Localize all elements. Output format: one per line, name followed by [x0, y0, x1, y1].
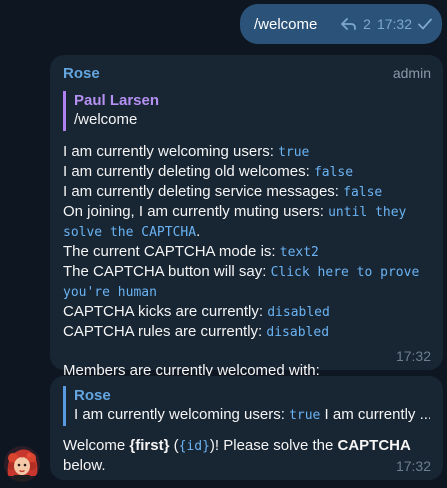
- welcome-line-1: Welcome {first} ({id})! Please solve the…: [63, 436, 431, 456]
- setting-label: I am currently welcoming users:: [63, 143, 279, 160]
- reply-text-part: I am currently ...: [320, 406, 430, 423]
- setting-label: The CAPTCHA button will say:: [63, 263, 271, 280]
- outgoing-message[interactable]: /welcome 2 17:32: [240, 4, 442, 44]
- setting-value: disabled: [267, 305, 330, 320]
- setting-line-muting-cont: solve the CAPTCHA.: [63, 222, 431, 242]
- reply-text: /welcome: [74, 111, 138, 128]
- setting-label: I am currently deleting service messages…: [63, 183, 344, 200]
- placeholder-id: {id}: [178, 439, 210, 454]
- outgoing-time: 17:32: [376, 16, 412, 32]
- captcha-text: CAPTCHA: [337, 437, 411, 454]
- setting-label: On joining, I am currently muting users:: [63, 203, 329, 220]
- setting-value: solve the CAPTCHA: [63, 225, 197, 240]
- incoming-message-welcome[interactable]: Rose I am currently welcoming users: tru…: [50, 376, 443, 480]
- reply-count[interactable]: 2: [363, 16, 371, 32]
- sender-role-badge: admin: [392, 65, 431, 81]
- message-time: 17:32: [395, 348, 431, 364]
- setting-value: disabled: [266, 325, 330, 340]
- incoming-message-settings[interactable]: Rose admin Paul Larsen /welcome I am cur…: [50, 55, 443, 379]
- setting-label: CAPTCHA rules are currently:: [63, 323, 267, 340]
- setting-label: The current CAPTCHA mode is:: [63, 243, 280, 260]
- setting-line-captcha-mode: The current CAPTCHA mode is: text2: [63, 242, 431, 262]
- setting-value: until they: [328, 205, 407, 220]
- setting-value: false: [343, 185, 383, 200]
- setting-label: CAPTCHA kicks are currently:: [63, 303, 268, 320]
- setting-label: I am currently deleting old welcomes:: [63, 163, 314, 180]
- setting-value: false: [313, 165, 354, 180]
- setting-line-muting: On joining, I am currently muting users:…: [63, 202, 431, 222]
- placeholder-first: {first}: [129, 437, 170, 454]
- setting-line-captcha-rules: CAPTCHA rules are currently: disabled: [63, 322, 431, 342]
- reply-quote[interactable]: Rose I am currently welcoming users: tru…: [63, 386, 430, 426]
- setting-line-welcoming: I am currently welcoming users: true: [63, 142, 431, 162]
- reply-text-part: I am currently welcoming users:: [74, 406, 290, 423]
- text-part: )! Please solve the: [209, 437, 338, 454]
- sender-name[interactable]: Rose: [63, 65, 100, 82]
- setting-line-captcha-kicks: CAPTCHA kicks are currently: disabled: [63, 302, 431, 322]
- message-time: 17:32: [395, 458, 431, 474]
- reply-sender-name: Rose: [74, 387, 111, 404]
- setting-line-captcha-button: The CAPTCHA button will say: Click here …: [63, 262, 431, 282]
- welcome-line-2: below.: [63, 457, 106, 474]
- sender-row: Rose admin: [63, 63, 431, 83]
- reply-arrow-icon[interactable]: [341, 17, 357, 31]
- setting-line-delete-welcomes: I am currently deleting old welcomes: fa…: [63, 162, 431, 182]
- message-body: Welcome {first} ({id})! Please solve the…: [63, 436, 431, 475]
- rose-avatar[interactable]: [4, 446, 40, 482]
- setting-value: Click here to prove: [270, 265, 420, 280]
- text-part: (: [169, 437, 179, 454]
- setting-value: text2: [279, 245, 319, 260]
- setting-line-captcha-button-cont: you're human: [63, 282, 431, 302]
- outgoing-meta: 2 17:32: [341, 16, 432, 32]
- reply-quote[interactable]: Paul Larsen /welcome: [63, 91, 431, 131]
- outgoing-text: /welcome: [254, 15, 318, 33]
- setting-line-delete-service: I am currently deleting service messages…: [63, 182, 431, 202]
- setting-value: true: [278, 145, 310, 160]
- text-part: Welcome: [63, 437, 130, 454]
- reply-text: I am currently welcoming users: true I a…: [74, 405, 430, 425]
- check-icon: [418, 18, 432, 30]
- setting-suffix: .: [196, 223, 201, 240]
- reply-sender-name: Paul Larsen: [74, 92, 160, 109]
- reply-text-value: true: [289, 408, 321, 423]
- chat-area: /welcome 2 17:32 Rose admin Paul Larsen …: [0, 0, 447, 488]
- setting-value: you're human: [63, 285, 157, 300]
- message-body: I am currently welcoming users: true I a…: [63, 142, 431, 380]
